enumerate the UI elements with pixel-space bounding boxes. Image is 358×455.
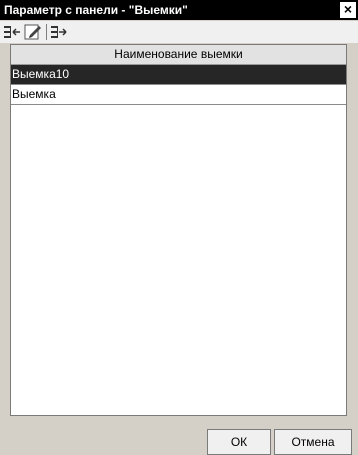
ok-button[interactable]: ОК [207, 429, 271, 455]
column-header-name[interactable]: Наименование выемки [11, 45, 346, 65]
insert-row-icon [4, 26, 20, 38]
title-bar[interactable]: Параметр с панели - "Выемки" × [0, 0, 358, 20]
toolbar [0, 21, 358, 43]
window-title: Параметр с панели - "Выемки" [4, 3, 188, 17]
insert-row-button[interactable] [3, 23, 21, 41]
edit-button[interactable] [24, 23, 42, 41]
table-row[interactable]: Выемка10 [11, 65, 346, 85]
table-cell-name: Выемка10 [12, 67, 70, 81]
table-cell-name: Выемка [12, 87, 56, 101]
cutouts-table[interactable]: Наименование выемки Выемка10 Выемка [10, 44, 347, 416]
close-icon: × [343, 1, 353, 17]
move-row-icon [51, 26, 67, 38]
toolbar-separator [46, 24, 47, 40]
cancel-button[interactable]: Отмена [274, 429, 352, 455]
table-row[interactable]: Выемка [11, 85, 346, 105]
close-button[interactable]: × [340, 2, 356, 18]
edit-icon [24, 24, 41, 40]
move-row-button[interactable] [50, 23, 68, 41]
dialog-window: Параметр с панели - "Выемки" × Наименова… [0, 0, 358, 455]
